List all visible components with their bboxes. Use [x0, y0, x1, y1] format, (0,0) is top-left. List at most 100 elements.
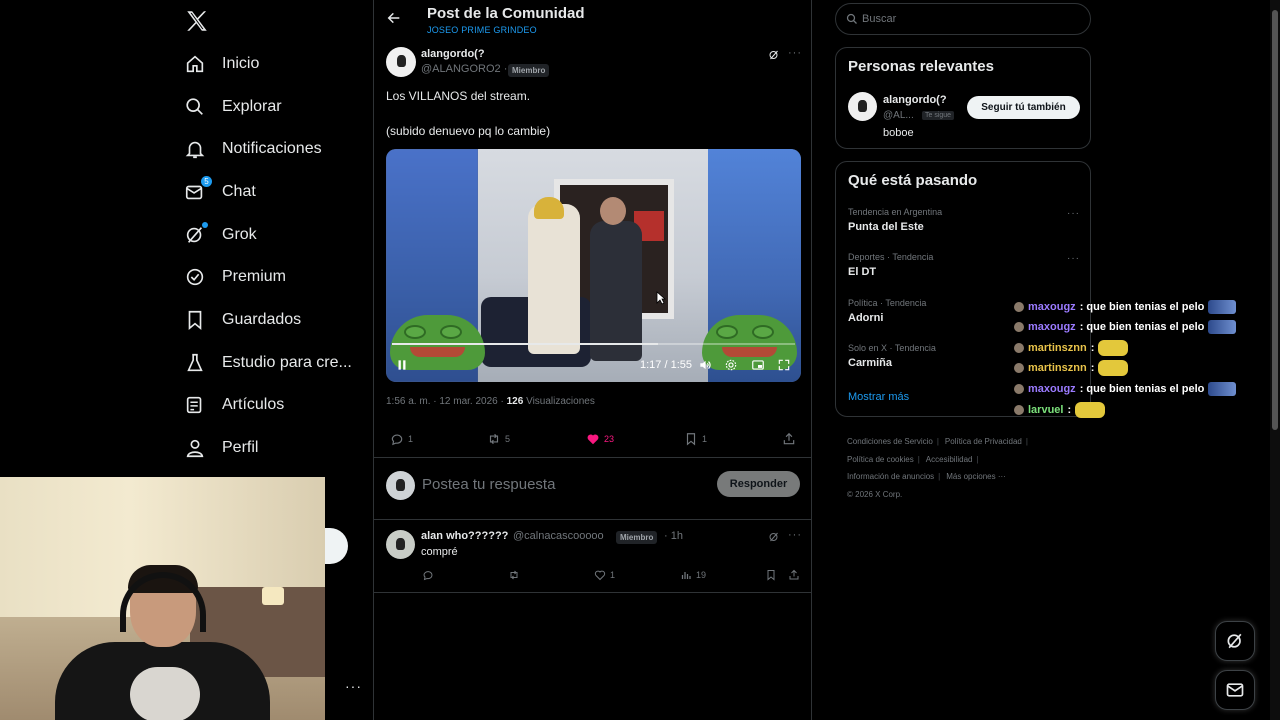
nav-item-articulos[interactable]: Artículos — [184, 390, 284, 420]
chat-badge: 5 — [201, 176, 212, 187]
chat-user-badge-icon — [1014, 343, 1024, 353]
reply-tweet[interactable]: alan who?????? @calnacascooooo Miembro ·… — [374, 520, 811, 593]
search-icon — [186, 98, 203, 115]
trend-item[interactable]: Deportes · Tendencia El DT — [848, 252, 933, 278]
chat-user-badge-icon — [1014, 302, 1024, 312]
grok-fab[interactable] — [1215, 621, 1255, 661]
volume-icon[interactable] — [698, 358, 712, 372]
my-avatar[interactable] — [386, 471, 415, 500]
home-icon — [186, 55, 204, 73]
grok-explain-icon[interactable] — [768, 49, 780, 61]
post-author-name[interactable]: alangordo(? — [421, 48, 485, 60]
nav-label: Explorar — [222, 98, 282, 115]
reply-icon — [391, 434, 403, 446]
footer-link[interactable]: Política de Privacidad — [945, 437, 1022, 446]
reply-bookmark-action[interactable] — [765, 569, 777, 581]
page-title: Post de la Comunidad — [427, 5, 585, 22]
reply-input[interactable]: Postea tu respuesta — [422, 476, 555, 493]
post-more-icon[interactable]: ··· — [788, 47, 802, 59]
post-author-avatar[interactable] — [386, 47, 416, 77]
footer-link[interactable]: Accesibilidad — [926, 455, 973, 464]
fullscreen-icon[interactable] — [777, 358, 791, 372]
relevant-avatar[interactable] — [848, 92, 877, 121]
settings-gear-icon[interactable] — [724, 358, 738, 372]
nav-item-perfil[interactable]: Perfil — [184, 433, 258, 463]
account-menu-icon[interactable]: ··· — [345, 678, 362, 694]
post-timestamp[interactable]: 1:56 a. m. · 12 mar. 2026 · — [386, 396, 504, 407]
video-player[interactable]: 1:17 / 1:55 — [386, 149, 801, 382]
nav-item-premium[interactable]: Premium — [184, 262, 286, 292]
trending-panel: Qué está pasando Tendencia en Argentina … — [835, 161, 1091, 417]
share-action[interactable] — [782, 432, 796, 446]
search-input[interactable] — [862, 11, 1062, 27]
grok-explain-icon[interactable] — [768, 531, 780, 543]
nav-label: Perfil — [222, 439, 259, 456]
streamer-webcam — [0, 477, 325, 720]
reply-views-action[interactable]: 19 — [680, 569, 706, 581]
post-author-handle[interactable]: @ALANGORO2 · — [421, 63, 507, 75]
nav-item-notificaciones[interactable]: Notificaciones — [184, 134, 322, 164]
nav-item-grok[interactable]: Grok — [184, 220, 257, 250]
show-more-link[interactable]: Mostrar más — [848, 391, 909, 403]
bookmark-icon — [767, 570, 775, 581]
chat-text: : que bien tenias el pelo — [1079, 383, 1205, 395]
grok-icon — [184, 222, 208, 246]
main-column: Post de la Comunidad JOSEO PRIME GRINDEO… — [373, 0, 812, 720]
follow-back-button[interactable]: Seguir tú también — [967, 96, 1080, 119]
nav-item-inicio[interactable]: Inicio — [184, 49, 259, 79]
mouse-cursor-icon — [656, 291, 666, 305]
reply-like-count: 1 — [610, 570, 616, 580]
footer-link[interactable]: Política de cookies — [847, 455, 914, 464]
chat-emote-icon — [1208, 300, 1237, 314]
x-logo-icon[interactable] — [184, 8, 210, 34]
reply-author-handle[interactable]: @calnacascooooo — [513, 530, 604, 542]
search-icon — [846, 13, 857, 24]
repost-icon — [510, 570, 518, 580]
reply-like-action[interactable]: 1 — [594, 569, 615, 581]
relevant-name[interactable]: alangordo(? — [883, 94, 947, 106]
reply-repost-action[interactable] — [508, 569, 520, 581]
search-box[interactable] — [835, 3, 1091, 35]
reply-share-action[interactable] — [788, 569, 800, 581]
bookmark-action[interactable]: 1 — [684, 432, 707, 446]
pause-icon[interactable] — [395, 358, 409, 372]
chat-emote-icon — [1208, 320, 1237, 334]
relevant-handle[interactable]: @AL... — [883, 110, 914, 121]
messages-fab[interactable] — [1215, 670, 1255, 710]
footer-link[interactable]: Información de anuncios — [847, 472, 934, 481]
footer-link[interactable]: Condiciones de Servicio — [847, 437, 933, 446]
repost-count: 5 — [505, 434, 511, 444]
footer-links: Condiciones de Servicio | Política de Priv… — [847, 437, 1028, 499]
chat-username: maxougz — [1028, 321, 1076, 333]
back-arrow-icon[interactable] — [386, 10, 402, 26]
nav-item-chat[interactable]: 5 Chat — [184, 176, 256, 207]
trend-item[interactable]: Política · Tendencia Adorni — [848, 298, 926, 324]
page-scrollbar[interactable] — [1270, 0, 1280, 720]
footer-link[interactable]: Más opciones ··· — [946, 472, 1006, 481]
reply-time[interactable]: · 1h — [664, 530, 683, 542]
trend-more-icon[interactable]: ··· — [1067, 208, 1080, 219]
nav-label: Artículos — [222, 396, 285, 413]
trend-item[interactable]: Tendencia en Argentina Punta del Este — [848, 207, 942, 233]
nav-label: Chat — [222, 183, 256, 200]
reply-author-name[interactable]: alan who?????? — [421, 530, 508, 542]
nav-item-explorar[interactable]: Explorar — [184, 92, 282, 122]
repost-action[interactable]: 5 — [487, 432, 510, 446]
reply-action[interactable]: 1 — [390, 432, 413, 446]
trend-name: Carmiña — [848, 357, 893, 369]
reply-views-count: 19 — [696, 570, 707, 580]
bookmark-icon — [188, 310, 202, 331]
responder-button[interactable]: Responder — [717, 471, 800, 497]
trend-more-icon[interactable]: ··· — [1067, 253, 1080, 264]
video-progress-bar[interactable] — [392, 343, 795, 345]
pip-icon[interactable] — [751, 358, 765, 372]
nav-item-estudio[interactable]: Estudio para cre... — [184, 348, 352, 378]
reply-reply-action[interactable] — [422, 569, 434, 581]
like-action[interactable]: 23 — [586, 432, 614, 446]
community-link[interactable]: JOSEO PRIME GRINDEO — [427, 25, 537, 35]
trend-item[interactable]: Solo en X · Tendencia Carmiña — [848, 343, 936, 369]
nav-item-guardados[interactable]: Guardados — [184, 305, 301, 335]
reply-more-icon[interactable]: ··· — [788, 529, 802, 541]
reply-author-avatar[interactable] — [386, 530, 415, 559]
like-count: 23 — [604, 434, 615, 444]
